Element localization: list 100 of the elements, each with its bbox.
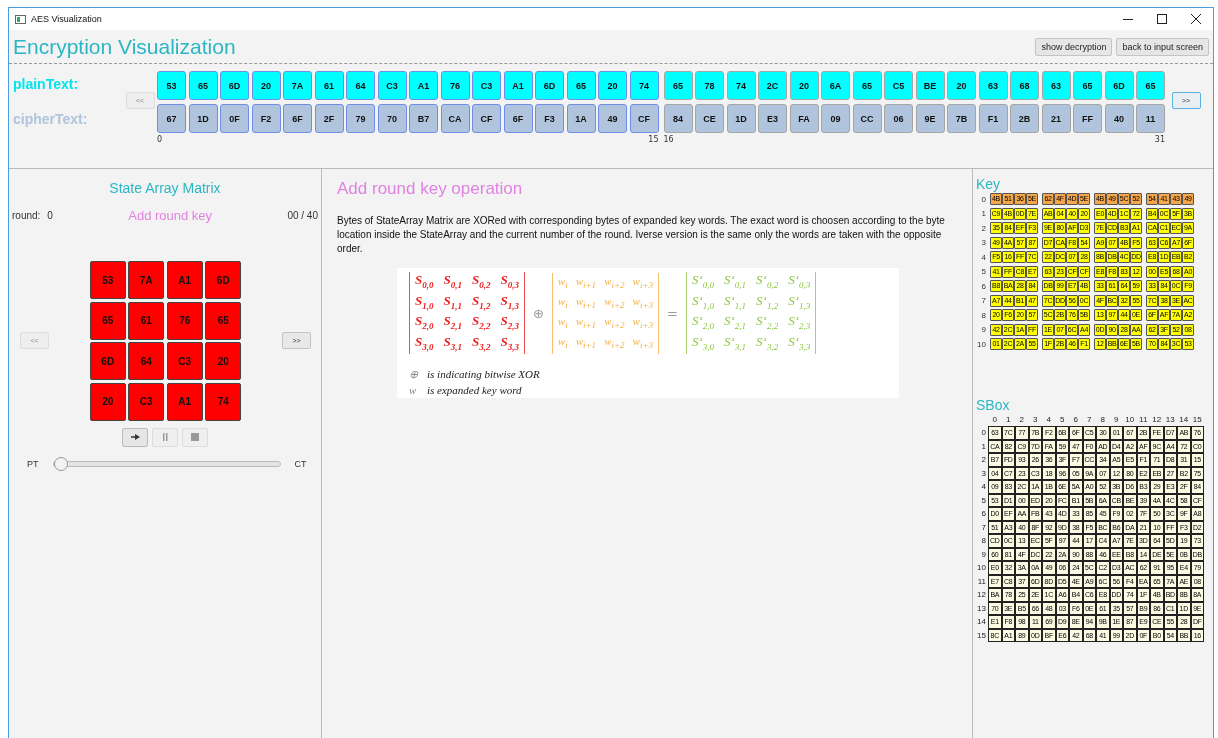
byte-cell: C3 bbox=[472, 71, 501, 100]
matrix-entry: w$_{i+1}$ bbox=[575, 314, 597, 333]
byte-cell: F3 bbox=[535, 104, 564, 133]
matrix-entry: S‘$_{1,0}$ bbox=[691, 292, 714, 313]
matrix-entry: S$_{2,0}$ bbox=[415, 313, 434, 333]
step-name: Add round key bbox=[128, 208, 213, 223]
row-label: cipherText: bbox=[13, 111, 89, 129]
row-label: 8 bbox=[980, 535, 987, 547]
byte-cell: CF bbox=[472, 104, 501, 133]
row-label: 9 bbox=[980, 325, 986, 334]
row-label: 14 bbox=[976, 616, 987, 628]
matrix-entry: w$_{i}$ bbox=[557, 273, 568, 292]
legend-symbol: w bbox=[409, 383, 418, 399]
matrix-entry: S‘$_{3,1}$ bbox=[723, 333, 747, 354]
index-label: 0 bbox=[157, 135, 163, 144]
description-text: Bytes of StateArray Matrix are XORed with corresponding bytes of expanded key words. The exact word is choosen according to the byte location inside the StateArray and the current number of the round. Iverse version is the same only the words are taken with the opposite order. bbox=[337, 214, 946, 256]
matrix-entry: w$_{i+1}$ bbox=[575, 294, 597, 313]
matrix-entry: S$_{1,0}$ bbox=[415, 292, 434, 313]
matrix-entry: S$_{0,2}$ bbox=[471, 272, 491, 292]
operator-symbol: = bbox=[666, 305, 678, 321]
matrix-entry: w$_{i+1}$ bbox=[575, 273, 597, 292]
matrix-entry: S$_{3,3}$ bbox=[500, 333, 519, 354]
legend-symbol: ⊕ bbox=[409, 367, 419, 383]
byte-cell: 65 bbox=[566, 71, 596, 100]
matrix-entry: S‘$_{0,3}$ bbox=[788, 272, 811, 292]
row-label: 9 bbox=[980, 548, 987, 561]
matrix-entry: w$_{i+3}$ bbox=[632, 334, 653, 353]
column-header: 12 bbox=[1151, 415, 1163, 426]
matrix-entry: w$_{i+3}$ bbox=[632, 294, 653, 313]
row-label: 6 bbox=[980, 508, 987, 520]
matrix-entry: S$_{0,3}$ bbox=[500, 272, 519, 292]
matrix-entry: w$_{i+2}$ bbox=[604, 294, 625, 313]
byte-cell: E3 bbox=[758, 104, 787, 133]
byte-cell: 64 bbox=[346, 71, 375, 100]
byte-cell: 61 bbox=[314, 71, 344, 100]
byte-cell: 7A bbox=[283, 71, 312, 100]
slider-thumb[interactable] bbox=[53, 456, 68, 471]
pause-icon bbox=[160, 432, 170, 442]
matrix-entry: w$_{i+2}$ bbox=[604, 273, 625, 292]
byte-cell: 63 bbox=[978, 71, 1008, 100]
matrix-entry: S‘$_{3,0}$ bbox=[691, 333, 714, 354]
play-icon bbox=[130, 432, 140, 442]
byte-cell: C3 bbox=[377, 71, 407, 100]
column-header: 10 bbox=[1124, 415, 1136, 426]
byte-cell: 11 bbox=[1136, 104, 1165, 133]
state-cell: 20 bbox=[205, 342, 242, 380]
byte-cell: 6D bbox=[535, 71, 564, 100]
row-label: 7 bbox=[980, 296, 986, 305]
matrix-entry: S$_{2,1}$ bbox=[443, 313, 462, 333]
matrix-entry: w$_{i}$ bbox=[557, 314, 568, 333]
window-title: AES Visualization bbox=[31, 14, 102, 24]
state-cell: 64 bbox=[128, 342, 165, 380]
byte-cell: 06 bbox=[884, 104, 913, 133]
byte-cell: 79 bbox=[346, 104, 375, 133]
row-label: 1 bbox=[980, 440, 987, 453]
panel-title: Add round key operation bbox=[337, 178, 524, 199]
byte-cell: CA bbox=[440, 104, 470, 133]
column-header: 9 bbox=[1113, 415, 1120, 426]
playback-button[interactable] bbox=[122, 427, 148, 447]
column-header: 2 bbox=[1018, 415, 1025, 426]
header-button[interactable]: show decryption bbox=[1035, 37, 1113, 56]
matrix-entry: S$_{1,2}$ bbox=[471, 292, 491, 313]
byte-cell: 40 bbox=[1104, 104, 1134, 133]
row-label: 6 bbox=[980, 281, 986, 291]
column-header: 14 bbox=[1178, 415, 1190, 426]
byte-cell: 65 bbox=[1136, 71, 1165, 100]
state-cell: A1 bbox=[166, 382, 203, 421]
byte-cell: 6F bbox=[503, 104, 533, 133]
app-icon bbox=[15, 14, 26, 24]
byte-cell: 63 bbox=[1041, 71, 1071, 100]
byte-cell: 78 bbox=[695, 71, 724, 100]
byte-cell: F2 bbox=[251, 104, 281, 133]
row-label: 3 bbox=[980, 467, 987, 480]
legend-text: is expanded key word bbox=[427, 383, 522, 399]
index-label: 15 bbox=[648, 135, 659, 144]
matrix-entry: S‘$_{0,0}$ bbox=[691, 272, 714, 292]
byte-cell: 74 bbox=[629, 71, 659, 100]
row-label: 0 bbox=[980, 427, 987, 439]
panel-title: State Array Matrix bbox=[108, 179, 222, 196]
column-header: 0 bbox=[991, 415, 998, 426]
matrix-entry: S‘$_{3,2}$ bbox=[756, 333, 779, 354]
byte-cell: 70 bbox=[377, 104, 407, 133]
byte-cell: 6D bbox=[1104, 71, 1134, 100]
row-label: 4 bbox=[980, 481, 987, 493]
byte-cell: 65 bbox=[1073, 71, 1102, 100]
column-header: 13 bbox=[1164, 415, 1176, 426]
column-header: 8 bbox=[1099, 415, 1106, 426]
row-label: 4 bbox=[980, 252, 986, 262]
byte-cell: 0F bbox=[220, 104, 249, 133]
state-cell: 74 bbox=[205, 382, 242, 421]
byte-cell: 2B bbox=[1010, 104, 1039, 133]
byte-cell: 6D bbox=[220, 71, 249, 100]
matrix-entry: w$_{i+2}$ bbox=[604, 314, 625, 333]
index-label: 31 bbox=[1154, 135, 1165, 144]
matrix-entry: S$_{3,0}$ bbox=[415, 333, 434, 354]
byte-cell: 49 bbox=[598, 104, 627, 133]
header-button[interactable]: back to input screen bbox=[1116, 37, 1209, 56]
byte-cell: A1 bbox=[503, 71, 533, 100]
row-label: 13 bbox=[976, 602, 987, 615]
stop-icon bbox=[190, 432, 200, 442]
